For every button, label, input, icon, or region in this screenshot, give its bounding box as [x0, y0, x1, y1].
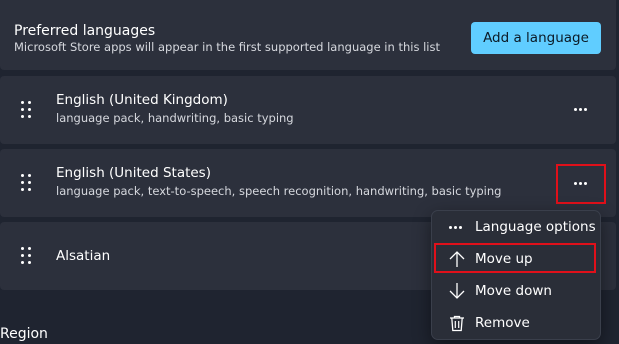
- drag-handle-icon[interactable]: [19, 174, 33, 192]
- trash-icon: [448, 314, 466, 332]
- language-name: English (United Kingdom): [56, 92, 228, 108]
- language-row-en-gb[interactable]: English (United Kingdom) language pack, …: [0, 76, 616, 144]
- preferred-languages-header: Preferred languages Microsoft Store apps…: [0, 0, 616, 70]
- highlight-box-move-up: [434, 243, 596, 273]
- add-language-button[interactable]: Add a language: [471, 22, 601, 54]
- more-horizontal-icon: [574, 108, 588, 111]
- region-section-heading: Region: [0, 326, 48, 342]
- menu-item-label: Language options: [475, 219, 596, 235]
- more-horizontal-icon: [448, 218, 466, 236]
- menu-item-label: Remove: [475, 315, 530, 331]
- menu-item-language-options[interactable]: Language options: [436, 213, 596, 241]
- arrow-down-icon: [448, 282, 466, 300]
- section-title: Preferred languages: [14, 23, 156, 39]
- language-features: language pack, text-to-speech, speech re…: [56, 184, 502, 198]
- drag-handle-icon[interactable]: [19, 101, 33, 119]
- highlight-box-more-button: [556, 164, 606, 204]
- section-description: Microsoft Store apps will appear in the …: [14, 40, 440, 54]
- menu-item-remove[interactable]: Remove: [436, 309, 596, 337]
- drag-handle-icon[interactable]: [19, 247, 33, 265]
- language-name: Alsatian: [56, 248, 111, 264]
- menu-item-label: Move down: [475, 283, 552, 299]
- language-row-en-us[interactable]: English (United States) language pack, t…: [0, 149, 616, 217]
- language-context-menu: Language options Move up Move down Remov…: [431, 210, 601, 340]
- language-settings-page: Preferred languages Microsoft Store apps…: [0, 0, 619, 344]
- menu-item-move-down[interactable]: Move down: [436, 277, 596, 305]
- language-name: English (United States): [56, 165, 211, 181]
- more-options-button[interactable]: [564, 94, 598, 124]
- language-features: language pack, handwriting, basic typing: [56, 111, 294, 125]
